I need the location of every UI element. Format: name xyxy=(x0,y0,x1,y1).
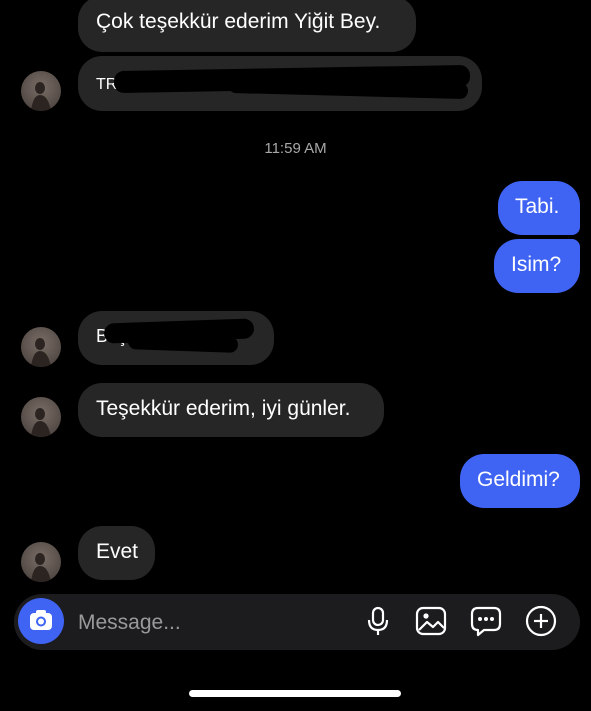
message-input[interactable]: Message... xyxy=(78,610,181,636)
contact-avatar[interactable] xyxy=(21,327,61,367)
message-bubble-incoming-redacted[interactable]: Büş xyxy=(78,311,274,365)
message-bubble-incoming-redacted[interactable]: TRAY xyxy=(78,56,482,111)
camera-button[interactable] xyxy=(18,598,64,644)
sticker-icon xyxy=(470,606,502,637)
microphone-icon xyxy=(367,606,389,635)
redaction-scribble xyxy=(127,333,239,353)
message-timestamp: 11:59 AM xyxy=(264,140,327,157)
contact-avatar[interactable] xyxy=(21,542,61,582)
message-bubble-outgoing[interactable]: Geldimi? xyxy=(460,454,580,508)
gallery-button[interactable] xyxy=(414,604,448,638)
message-text: Çok teşekkür ederim Yiğit Bey. xyxy=(96,10,381,33)
message-text: Tabi. xyxy=(515,195,560,218)
plus-icon xyxy=(525,605,557,637)
plus-button[interactable] xyxy=(524,604,558,638)
home-indicator[interactable] xyxy=(189,690,401,697)
contact-avatar[interactable] xyxy=(21,397,61,437)
message-text: Isim? xyxy=(511,253,562,276)
message-bubble-outgoing[interactable]: Tabi. xyxy=(498,181,580,235)
message-text: Geldimi? xyxy=(477,468,560,491)
gallery-icon xyxy=(415,606,447,636)
camera-icon xyxy=(30,610,52,630)
message-bubble-incoming[interactable]: Teşekkür ederim, iyi günler. xyxy=(78,383,384,437)
message-text: Teşekkür ederim, iyi günler. xyxy=(96,397,351,420)
message-bubble-incoming[interactable]: Çok teşekkür ederim Yiğit Bey. xyxy=(78,0,416,52)
message-bubble-incoming[interactable]: Evet xyxy=(78,526,155,580)
sticker-button[interactable] xyxy=(469,604,503,638)
contact-avatar[interactable] xyxy=(21,71,61,111)
message-text: Evet xyxy=(96,540,139,563)
microphone-button[interactable] xyxy=(361,604,395,638)
message-bubble-outgoing[interactable]: Isim? xyxy=(494,239,580,293)
